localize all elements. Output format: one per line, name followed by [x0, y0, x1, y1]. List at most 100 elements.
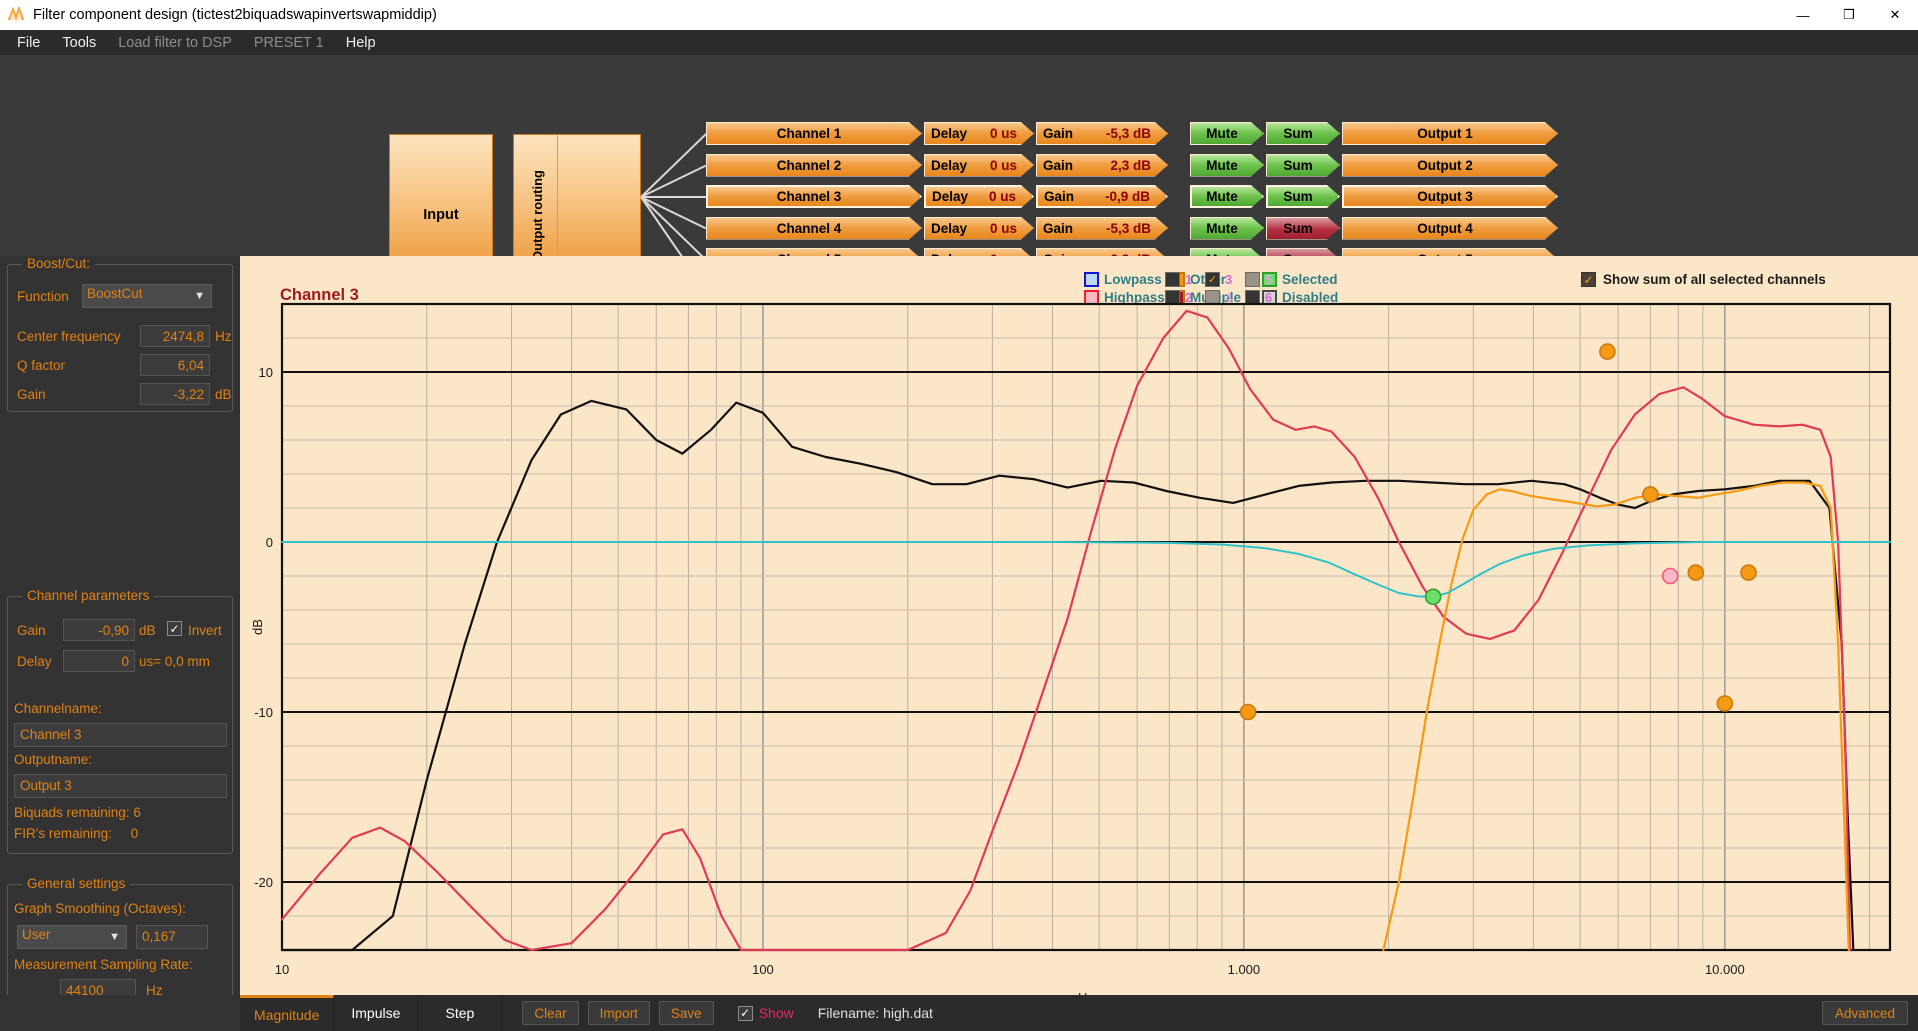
routing-gain-3[interactable]: Gain -0,9 dB [1036, 185, 1168, 208]
routing-channel-label: Channel 2 [776, 157, 842, 173]
invert-label: Invert [188, 623, 222, 638]
channel-delay-input[interactable]: 0 [63, 650, 135, 672]
routing-gain-label: Gain [1044, 189, 1075, 204]
routing-delay-5[interactable]: Delay0 us [924, 248, 1034, 256]
routing-delay-3[interactable]: Delay 0 us [924, 185, 1034, 208]
y-axis-tick-label: -20 [254, 875, 273, 890]
center-frequency-input[interactable]: 2474,8 [140, 325, 210, 347]
filter-marker-other-6[interactable] [1740, 564, 1757, 581]
menu-item-preset-1[interactable]: PRESET 1 [243, 32, 335, 54]
invert-checkbox[interactable]: ✓ [167, 621, 182, 636]
advanced-button[interactable]: Advanced [1821, 1001, 1908, 1025]
routing-sum-label: Sum [1283, 189, 1313, 204]
output-routing-label-line1: Output [529, 217, 545, 256]
filter-marker-highpass-4[interactable] [1661, 567, 1679, 585]
routing-output-label: Output 4 [1417, 220, 1473, 236]
routing-gain-value: -5,3 dB [1105, 126, 1151, 141]
save-button[interactable]: Save [658, 1001, 714, 1025]
center-frequency-unit: Hz [215, 329, 232, 344]
q-factor-input[interactable]: 6,04 [140, 354, 210, 376]
routing-sum-3[interactable]: Sum [1266, 185, 1340, 208]
output-routing-block[interactable]: Output routing [513, 134, 641, 256]
maximize-button[interactable]: ❐ [1826, 0, 1872, 30]
x-axis-tick-label: 100 [752, 962, 774, 977]
routing-delay-label: Delay [931, 157, 968, 173]
input-block[interactable]: Input [389, 134, 493, 256]
frequency-response-chart-panel: Channel 3 LowpassHighpassOtherMultipleSe… [240, 256, 1918, 995]
routing-channel-3[interactable]: Channel 3 [706, 185, 922, 208]
outputname-label: Outputname: [14, 752, 93, 767]
routing-delay-4[interactable]: Delay 0 us [924, 217, 1034, 240]
graph-smoothing-select[interactable]: User ▼ [17, 925, 127, 949]
tab-step[interactable]: Step [418, 995, 503, 1031]
filter-marker-other-5[interactable] [1687, 564, 1705, 581]
filter-marker-other-7[interactable] [1716, 695, 1734, 712]
routing-output-3[interactable]: Output 3 [1342, 185, 1558, 208]
routing-mute-2[interactable]: Mute [1190, 154, 1264, 177]
routing-sum-2[interactable]: Sum [1266, 154, 1340, 177]
show-measurement-checkbox[interactable]: ✓ Show [737, 1005, 794, 1021]
routing-delay-1[interactable]: Delay 0 us [924, 122, 1034, 145]
routing-sum-5[interactable]: Sum [1266, 248, 1340, 256]
routing-gain-1[interactable]: Gain -5,3 dB [1036, 122, 1168, 145]
boost-cut-gain-input[interactable]: -3,22 [140, 383, 210, 405]
filter-marker-other-2[interactable] [1239, 703, 1257, 721]
y-axis-tick-label: -10 [254, 705, 273, 720]
routing-output-5[interactable]: Output 5 [1342, 248, 1558, 256]
menu-item-tools[interactable]: Tools [51, 32, 107, 54]
tab-impulse[interactable]: Impulse [334, 995, 419, 1031]
routing-gain-5[interactable]: Gain2,3 dB [1036, 248, 1168, 256]
routing-gain-2[interactable]: Gain 2,3 dB [1036, 154, 1168, 177]
boost-cut-gain-label: Gain [17, 387, 46, 402]
filter-marker-selected-8[interactable] [1424, 588, 1442, 606]
routing-output-label: Output 2 [1417, 157, 1473, 173]
filter-marker-other-3[interactable] [1642, 486, 1659, 503]
import-button[interactable]: Import [587, 1001, 650, 1025]
biquads-remaining-text: Biquads remaining: 6 [14, 805, 141, 820]
app-logo-icon [8, 7, 25, 22]
menu-item-file[interactable]: File [6, 32, 51, 54]
routing-output-2[interactable]: Output 2 [1342, 154, 1558, 177]
tab-magnitude[interactable]: Magnitude [240, 995, 335, 1031]
filter-marker-other-1[interactable] [1599, 343, 1616, 360]
x-axis-tick-label: 1.000 [1228, 962, 1261, 977]
routing-sum-label: Sum [1283, 157, 1313, 173]
routing-delay-value: 0 us [989, 126, 1017, 141]
routing-delay-2[interactable]: Delay 0 us [924, 154, 1034, 177]
menu-item-load-filter-to-dsp[interactable]: Load filter to DSP [107, 32, 243, 54]
routing-mute-4[interactable]: Mute [1190, 217, 1264, 240]
menu-item-help[interactable]: Help [335, 32, 387, 54]
routing-delay-label: Delay [932, 189, 969, 204]
channelname-input[interactable]: Channel 3 [14, 723, 227, 747]
close-button[interactable]: ✕ [1872, 0, 1918, 30]
routing-sum-4[interactable]: Sum [1266, 217, 1340, 240]
routing-channel-5[interactable]: Channel 5 [706, 248, 922, 256]
outputname-input[interactable]: Output 3 [14, 774, 227, 798]
routing-output-1[interactable]: Output 1 [1342, 122, 1558, 145]
graph-smoothing-label: Graph Smoothing (Octaves): [14, 901, 186, 916]
q-factor-label: Q factor [17, 358, 66, 373]
routing-mute-5[interactable]: Mute [1190, 248, 1264, 256]
function-label: Function [17, 289, 69, 304]
function-select-value: BoostCut [87, 286, 143, 301]
routing-sum-1[interactable]: Sum [1266, 122, 1340, 145]
menu-bar: File Tools Load filter to DSP PRESET 1 H… [0, 30, 1918, 56]
clear-button[interactable]: Clear [522, 1001, 579, 1025]
routing-channel-4[interactable]: Channel 4 [706, 217, 922, 240]
chevron-down-icon: ▼ [194, 290, 205, 302]
sidebar-bottom-filler [0, 995, 240, 1031]
routing-output-label: Output 3 [1417, 189, 1473, 204]
channel-gain-input[interactable]: -0,90 [63, 619, 135, 641]
frequency-response-plot[interactable]: 100-10-20dB101001.00010.000Hz [240, 256, 1918, 995]
routing-channel-2[interactable]: Channel 2 [706, 154, 922, 177]
graph-smoothing-value-input[interactable]: 0,167 [136, 925, 208, 949]
routing-output-4[interactable]: Output 4 [1342, 217, 1558, 240]
function-select[interactable]: BoostCut ▼ [82, 284, 212, 308]
minimize-button[interactable]: — [1780, 0, 1826, 30]
boost-cut-group: Boost/Cut: Function BoostCut ▼ Center fr… [7, 256, 233, 412]
routing-channel-1[interactable]: Channel 1 [706, 122, 922, 145]
routing-mute-1[interactable]: Mute [1190, 122, 1264, 145]
routing-mute-label: Mute [1206, 157, 1238, 173]
routing-gain-4[interactable]: Gain -5,3 dB [1036, 217, 1168, 240]
routing-mute-3[interactable]: Mute [1190, 185, 1264, 208]
